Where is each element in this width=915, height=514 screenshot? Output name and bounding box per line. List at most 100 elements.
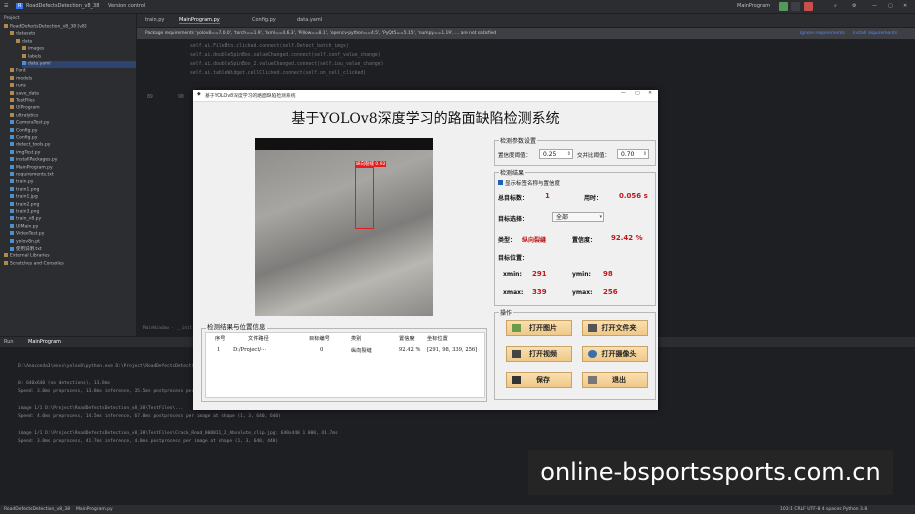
conf-threshold-spinbox[interactable]: 0.25 ⇕ bbox=[539, 149, 573, 159]
tab-config[interactable]: Config.py bbox=[252, 17, 276, 23]
app-close-icon[interactable]: ✕ bbox=[648, 91, 652, 96]
status-file[interactable]: MainProgram.py bbox=[76, 507, 113, 512]
file-icon bbox=[10, 246, 14, 251]
project-tree-item[interactable]: VideoTest.py bbox=[10, 231, 44, 238]
project-tree-item[interactable]: datasets bbox=[10, 31, 35, 38]
project-tree-item[interactable]: Font bbox=[10, 68, 26, 75]
run-tab-mainprogram[interactable]: MainProgram bbox=[28, 339, 61, 345]
project-badge-icon: R bbox=[16, 3, 24, 9]
project-tree-item[interactable]: RoadDefectsDetection_v8_38 [v8] bbox=[4, 24, 87, 31]
project-tree-item[interactable]: CameraTest.py bbox=[10, 120, 49, 127]
table-header-cell[interactable]: 文件路径 bbox=[248, 335, 269, 342]
tab-data-yaml[interactable]: data.yaml bbox=[297, 17, 322, 23]
open-video-button[interactable]: 打开视频 bbox=[506, 346, 572, 362]
project-tree-item[interactable]: images bbox=[22, 46, 44, 53]
project-tree-label: Config.py bbox=[16, 135, 38, 141]
open-image-button[interactable]: 打开图片 bbox=[506, 320, 572, 336]
spin-arrows-icon[interactable]: ⇕ bbox=[643, 150, 647, 159]
project-tree-item[interactable]: UIMain.py bbox=[10, 223, 38, 231]
table-header-cell[interactable]: 类别 bbox=[351, 335, 361, 342]
table-header-cell[interactable]: 目标编号 bbox=[309, 335, 330, 342]
project-tree-label: External Libraries bbox=[10, 253, 50, 259]
project-tree-item[interactable]: imgTest.py bbox=[10, 149, 40, 157]
table-cell[interactable]: 0 bbox=[320, 347, 323, 353]
project-tree-item[interactable]: Config.py bbox=[10, 135, 37, 142]
minimize-icon[interactable]: — bbox=[872, 3, 877, 9]
project-tree-item[interactable]: Scratches and Consoles bbox=[4, 260, 64, 268]
table-header-cell[interactable]: 序号 bbox=[215, 335, 225, 342]
project-tree-item[interactable]: models bbox=[10, 75, 32, 83]
folder-icon bbox=[588, 324, 597, 332]
project-tree-item[interactable]: data.yaml bbox=[22, 61, 136, 68]
open-camera-button[interactable]: 打开摄像头 bbox=[582, 346, 648, 362]
project-tree-item[interactable]: runs bbox=[10, 83, 26, 90]
version-control-menu[interactable]: Version control bbox=[108, 3, 145, 9]
file-icon bbox=[10, 186, 14, 191]
iou-threshold-spinbox[interactable]: 0.70 ⇕ bbox=[617, 149, 649, 159]
table-cell[interactable]: [291, 98, 339, 256] bbox=[427, 347, 477, 353]
spin-arrows-icon[interactable]: ⇕ bbox=[567, 150, 571, 159]
project-tree-item[interactable]: Config.py bbox=[10, 127, 37, 135]
project-tree-item[interactable]: detect_tools.py bbox=[10, 142, 50, 149]
app-maximize-icon[interactable]: ▢ bbox=[635, 91, 640, 96]
save-button[interactable]: 保存 bbox=[506, 372, 572, 388]
project-tree-item[interactable]: yolov8n.pt bbox=[10, 238, 40, 246]
table-cell[interactable]: D:/Project/··· bbox=[233, 347, 266, 353]
exit-icon bbox=[588, 376, 597, 384]
project-tree-item[interactable]: requirements.txt bbox=[10, 172, 54, 179]
stop-icon[interactable] bbox=[804, 2, 813, 11]
project-tree-item[interactable]: UIProgram bbox=[10, 105, 40, 112]
project-tree-item[interactable]: TestFiles bbox=[10, 98, 35, 105]
run-icon[interactable] bbox=[779, 2, 788, 11]
tab-train[interactable]: train.py bbox=[145, 17, 164, 23]
table-header-cell[interactable]: 置信度 bbox=[399, 335, 415, 342]
project-tree-item[interactable]: labels bbox=[22, 53, 41, 61]
exit-button[interactable]: 退出 bbox=[582, 372, 648, 388]
app-minimize-icon[interactable]: — bbox=[621, 91, 626, 96]
target-select-dropdown[interactable]: 全部 ▾ bbox=[552, 212, 604, 222]
table-cell[interactable]: 92.42 % bbox=[399, 347, 420, 353]
project-tree-label: installPackages.py bbox=[16, 157, 58, 163]
debug-icon[interactable] bbox=[791, 2, 800, 11]
folder-icon bbox=[22, 46, 26, 51]
folder-icon bbox=[4, 260, 8, 265]
conf-threshold-label: 置信度阈值： bbox=[498, 153, 532, 159]
close-icon[interactable]: ✕ bbox=[903, 3, 907, 9]
project-tree-item[interactable]: train2.png bbox=[10, 201, 39, 209]
project-tree-item[interactable]: MainProgram.py bbox=[10, 164, 53, 172]
open-video-label: 打开视频 bbox=[529, 350, 557, 358]
main-menu-icon[interactable]: ☰ bbox=[4, 3, 8, 9]
project-tree-item[interactable]: train_v8.py bbox=[10, 216, 41, 223]
project-switcher[interactable]: RoadDefectsDetection_v8_38 bbox=[26, 3, 99, 9]
file-icon bbox=[10, 231, 14, 236]
project-tree-item[interactable]: External Libraries bbox=[4, 253, 50, 260]
ignore-requirements-link[interactable]: Ignore requirements bbox=[800, 31, 845, 36]
project-tree-item[interactable]: train.py bbox=[10, 179, 33, 186]
settings-icon[interactable]: ⚙ bbox=[852, 3, 856, 9]
maximize-icon[interactable]: ▢ bbox=[888, 3, 893, 9]
project-tree-item[interactable]: data bbox=[16, 38, 32, 46]
status-info[interactable]: 103:1 CRLF UTF-8 4 spaces Python 3.8 bbox=[780, 507, 867, 512]
install-requirements-link[interactable]: Install requirements bbox=[853, 31, 897, 36]
search-icon[interactable]: ⌕ bbox=[834, 3, 837, 9]
run-config-selector[interactable]: MainProgram bbox=[737, 3, 770, 9]
table-header-cell[interactable]: 坐标位置 bbox=[427, 335, 448, 342]
status-project[interactable]: RoadDefectsDetection_v8_38 bbox=[4, 507, 70, 512]
chevron-down-icon[interactable]: ▾ bbox=[599, 213, 602, 222]
project-tree-item[interactable]: save_data bbox=[10, 90, 39, 98]
project-tree-item[interactable]: installPackages.py bbox=[10, 157, 57, 164]
project-tree-item[interactable]: ultralytics bbox=[10, 112, 38, 120]
project-tree-item[interactable]: train3.png bbox=[10, 209, 39, 216]
show-label-checkbox[interactable] bbox=[498, 180, 503, 185]
type-value: 纵向裂缝 bbox=[522, 237, 547, 244]
tab-mainprogram[interactable]: MainProgram.py bbox=[179, 17, 220, 24]
breadcrumb[interactable]: MainWindow · __init__ bbox=[143, 326, 197, 331]
project-tree-label: train3.png bbox=[16, 209, 40, 215]
table-cell[interactable]: 1 bbox=[217, 347, 220, 353]
video-icon bbox=[512, 350, 521, 358]
open-folder-button[interactable]: 打开文件夹 bbox=[582, 320, 648, 336]
project-tree-item[interactable]: 使用说明.txt bbox=[10, 246, 42, 253]
project-tree-item[interactable]: train1.png bbox=[10, 186, 39, 194]
table-cell[interactable]: 纵向裂缝 bbox=[351, 347, 372, 354]
project-tree-item[interactable]: train1.jpg bbox=[10, 194, 38, 201]
